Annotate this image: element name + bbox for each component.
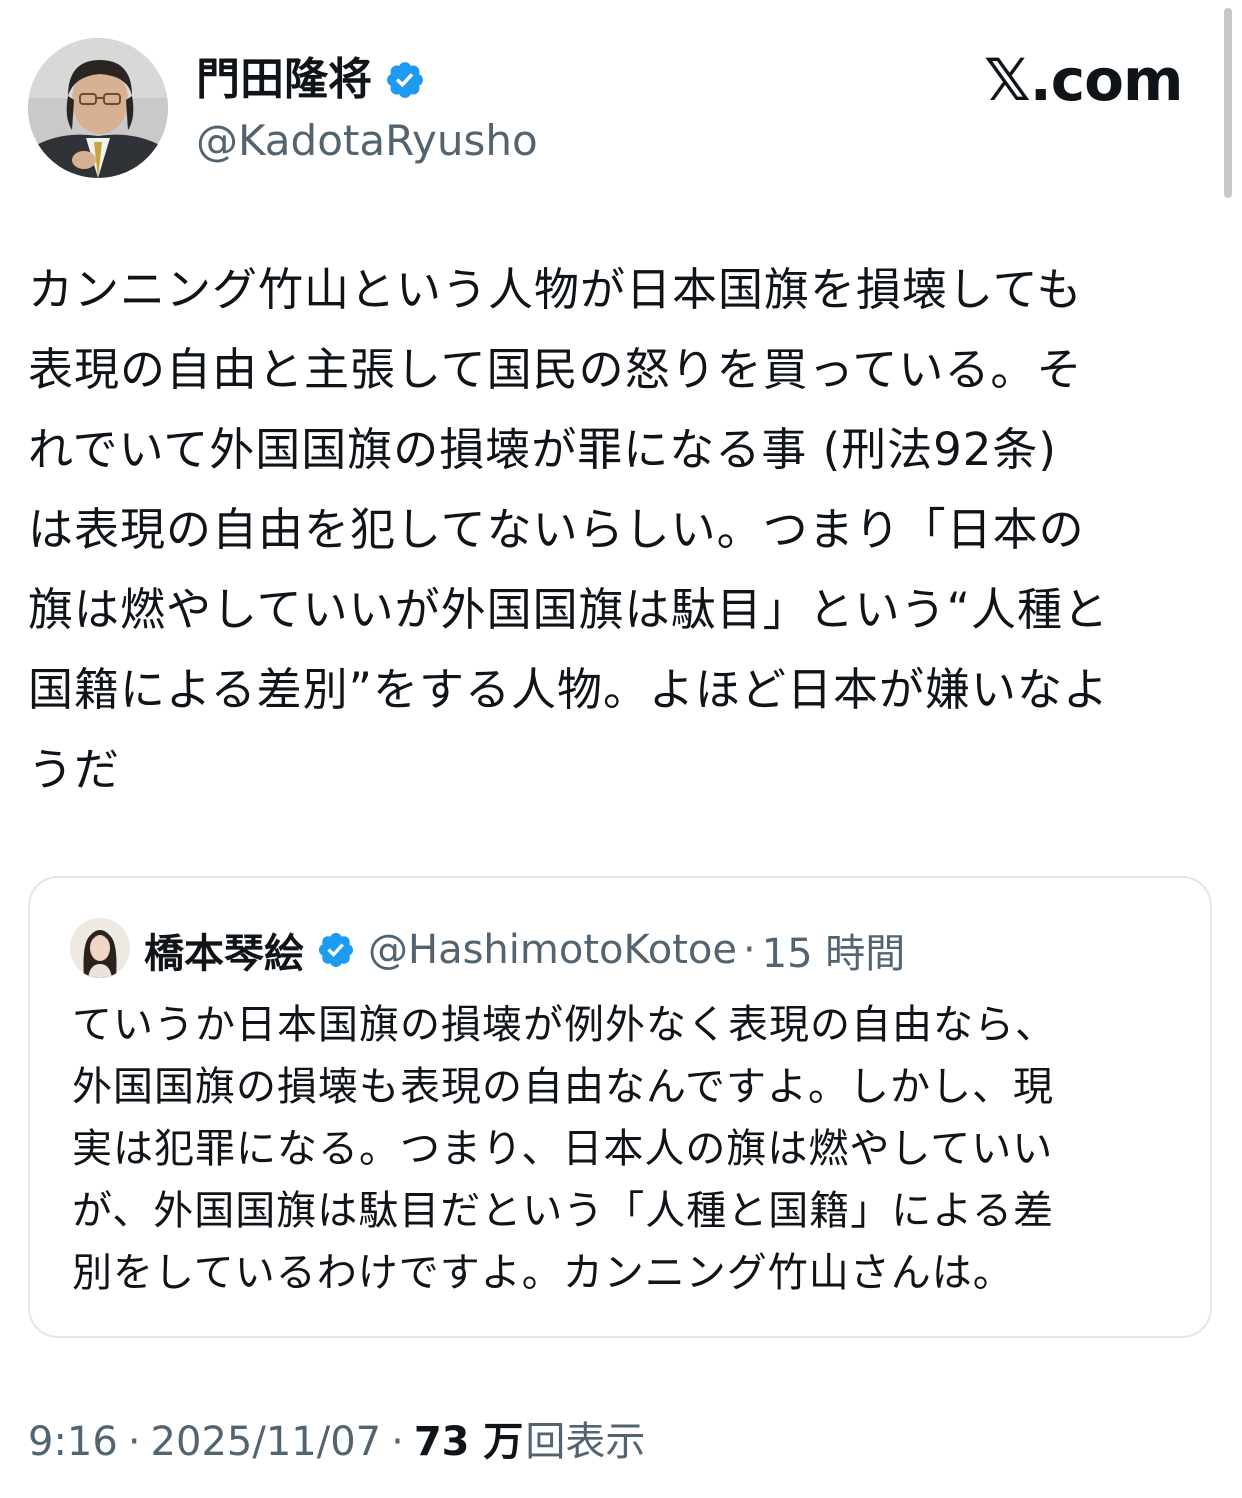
author-name[interactable]: 門田隆将 <box>196 52 372 108</box>
views-count: 73 万 <box>413 1419 524 1465</box>
tweet-text: カンニング竹山という人物が日本国旗を損壊しても 表現の自由と主張して国民の怒りを… <box>28 263 1109 796</box>
verified-badge-icon <box>318 932 354 968</box>
quoted-author-avatar[interactable] <box>70 918 130 978</box>
quoted-tweet-card[interactable]: 橋本琴絵 @HashimotoKotoe · 15 時間 ていうか日本国旗の損壊… <box>28 876 1212 1338</box>
tweet-date[interactable]: 2025/11/07 <box>151 1412 382 1472</box>
quoted-author-handle[interactable]: @HashimotoKotoe <box>368 927 737 973</box>
scrollbar[interactable] <box>1224 8 1232 198</box>
tweet-time[interactable]: 9:16 <box>28 1412 118 1472</box>
tweet-meta: 9:16 · 2025/11/07 · 73 万 回表示 <box>28 1412 645 1472</box>
verified-badge-icon <box>387 62 423 98</box>
quoted-author-avatar-image <box>70 918 130 978</box>
author-handle[interactable]: @KadotaRyusho <box>196 114 538 168</box>
x-logo: 𝕏.com <box>984 46 1183 114</box>
author-avatar[interactable] <box>28 38 168 178</box>
author-avatar-image <box>28 38 168 178</box>
quoted-header: 橋本琴絵 @HashimotoKotoe · 15 時間 <box>144 920 905 980</box>
meta-separator: · <box>127 1419 141 1465</box>
author-name-row[interactable]: 門田隆将 <box>196 52 426 108</box>
views-label: 回表示 <box>525 1419 646 1465</box>
quoted-timestamp[interactable]: 15 時間 <box>762 921 906 979</box>
meta-separator: · <box>391 1419 404 1465</box>
quoted-author-name[interactable]: 橋本琴絵 <box>144 921 304 979</box>
quoted-separator: · <box>742 927 756 973</box>
quoted-tweet-text: ていうか日本国旗の損壊が例外なく表現の自由なら、 外国国旗の損壊も表現の自由なん… <box>72 1002 1056 1296</box>
